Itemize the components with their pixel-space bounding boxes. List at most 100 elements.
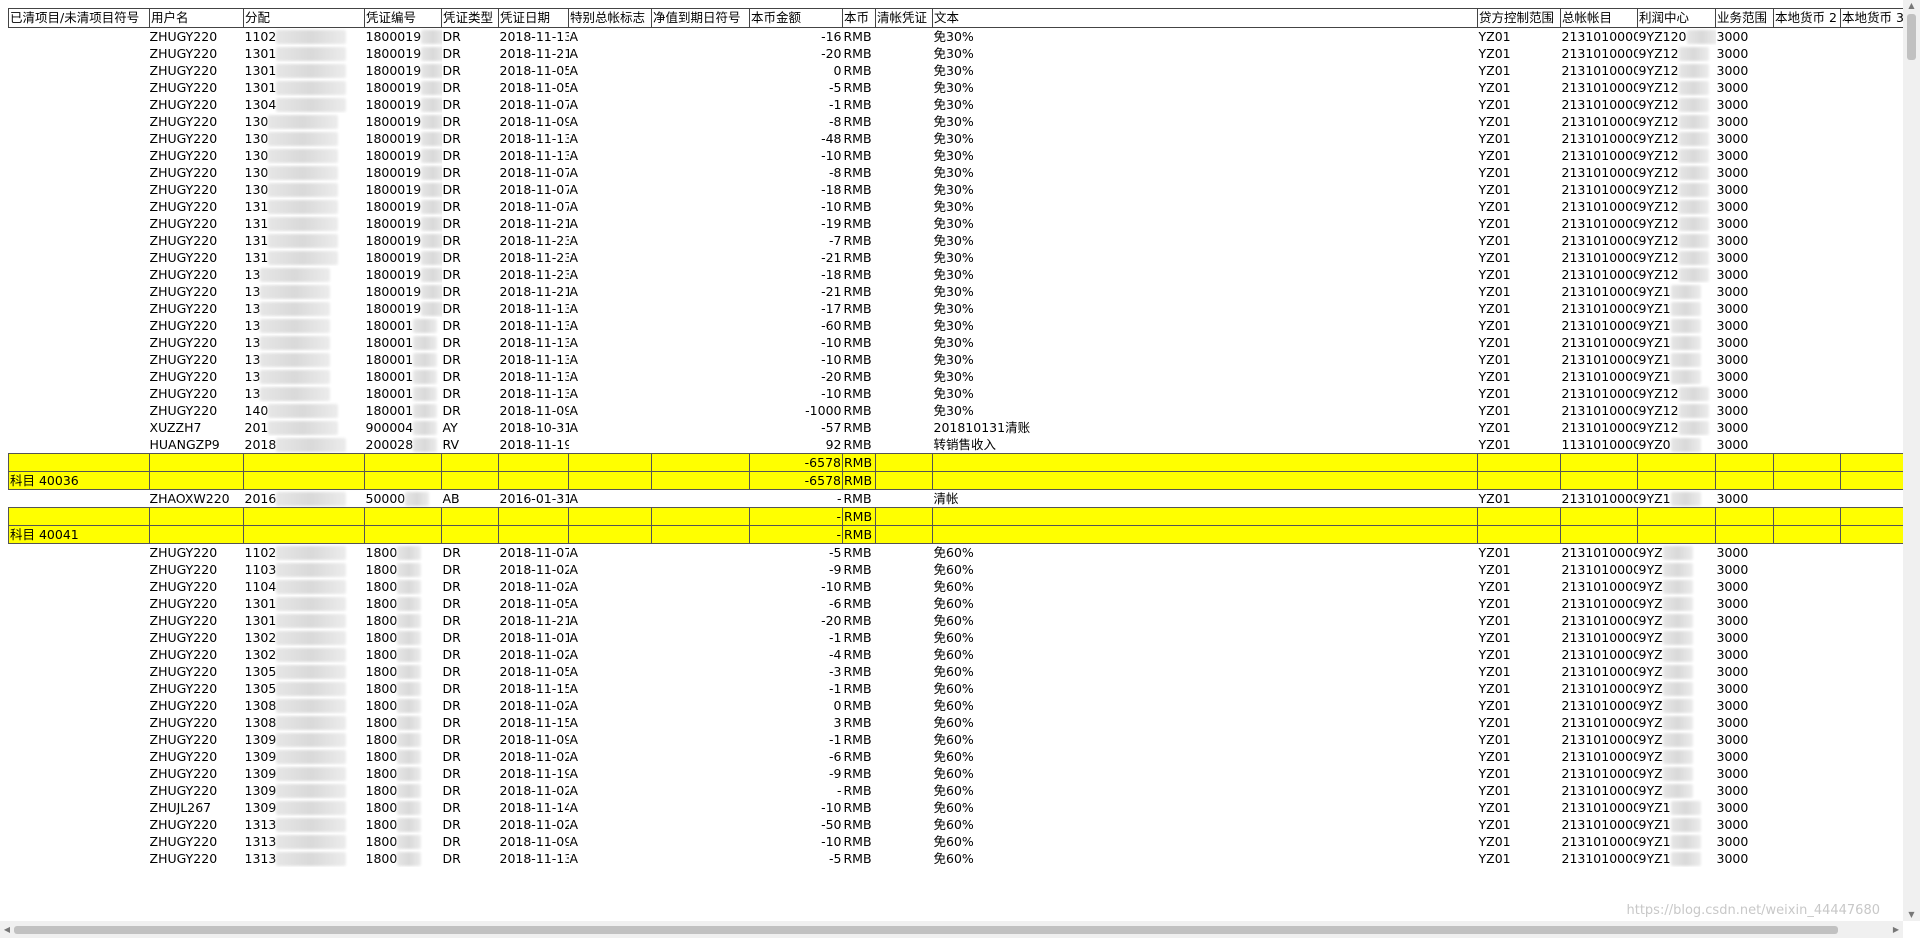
cell-text: 免30%	[933, 96, 1478, 113]
scroll-up-arrow-icon[interactable]: ▲	[1903, 0, 1920, 12]
empty-cell	[1774, 419, 1841, 436]
table-row: ZHUGY220 140 180001 DR 2018-11-09 A -1000 RMB 免3…	[9, 402, 1905, 419]
cell-doc: 1800019	[365, 283, 442, 300]
cell-cur-text: RMB	[843, 782, 872, 798]
cell-pc: 9YZ12	[1638, 419, 1716, 436]
cell-cca: YZ01	[1478, 249, 1561, 266]
cell-date: 2016-01-31	[499, 490, 569, 508]
column-header[interactable]: 本币	[842, 8, 876, 28]
horizontal-scroll-thumb[interactable]	[14, 926, 1838, 934]
redaction-blur	[421, 166, 442, 180]
column-header[interactable]: 利润中心	[1637, 8, 1716, 28]
cell-doc: 1800019	[365, 96, 442, 113]
column-header[interactable]: 已清项目/未清项目符号	[8, 8, 150, 28]
cell-user: ZHUGY220	[150, 198, 244, 215]
empty-cell	[652, 181, 750, 198]
cell-sym-text: A	[569, 130, 579, 146]
cell-ba: 3000	[1716, 731, 1774, 748]
empty-cell	[652, 351, 750, 368]
column-header[interactable]: 清帐凭证	[875, 8, 933, 28]
cell-user-text: ZHUGY220	[149, 334, 218, 350]
cell-dtype-text: DR	[442, 561, 461, 577]
column-header[interactable]: 本币金额	[749, 8, 843, 28]
vertical-scrollbar[interactable]: ▲ ▼	[1903, 0, 1920, 921]
cell-cca: YZ01	[1478, 147, 1561, 164]
column-header[interactable]: 凭证类型	[441, 8, 499, 28]
cell-doc: 200028	[365, 436, 442, 454]
column-header[interactable]: 净值到期日符号	[651, 8, 750, 28]
empty-cell	[1774, 595, 1841, 612]
cell-date: 2018-11-01	[499, 629, 569, 646]
empty-cell	[1774, 561, 1841, 578]
column-header[interactable]: 文本	[932, 8, 1478, 28]
cell-dtype-text: DR	[442, 385, 461, 401]
empty-cell	[1841, 731, 1905, 748]
cell-gl-text: 2131010000	[1561, 578, 1638, 594]
vertical-scroll-thumb[interactable]	[1907, 14, 1916, 60]
scroll-left-arrow-icon[interactable]: ◀	[0, 921, 14, 938]
cell-cur: RMB	[843, 249, 876, 266]
cell-dtype: DR	[442, 164, 499, 181]
redaction-blur	[421, 268, 442, 282]
cell-text: 免30%	[933, 232, 1478, 249]
column-header[interactable]: 凭证编号	[364, 8, 442, 28]
cell-pc: 9YZ1	[1638, 816, 1716, 833]
horizontal-scrollbar[interactable]: ◀ ▶	[0, 921, 1903, 938]
table-row: ZHUGY220 130 1800019 DR 2018-11-09 A -8 RMB 免30%…	[9, 113, 1905, 130]
empty-cell	[1841, 79, 1905, 96]
cell-doc-text: 1800019	[365, 96, 422, 112]
cell-sym	[569, 436, 652, 454]
cell-pc-text: 9YZ	[1638, 748, 1663, 764]
cell-dtype-text: DR	[442, 816, 461, 832]
cell-doc: 1800019	[365, 215, 442, 232]
redaction-blur	[397, 835, 422, 849]
cell-ba-text: 3000	[1716, 147, 1749, 163]
cell-assign-text: 1304	[244, 96, 277, 112]
empty-cell	[652, 283, 750, 300]
column-header[interactable]: 用户名	[149, 8, 244, 28]
cell-user: ZHAOXW220	[150, 490, 244, 508]
cell-sym: A	[569, 96, 652, 113]
cell-gl-text: 2131010000	[1561, 198, 1638, 214]
empty-cell	[652, 113, 750, 130]
cell-text: 免30%	[933, 28, 1478, 46]
cell-user: ZHUGY220	[150, 765, 244, 782]
column-header[interactable]: 特别总帐标志	[568, 8, 652, 28]
cell-cca: YZ01	[1478, 96, 1561, 113]
cell-assign: 13	[244, 385, 365, 402]
cell-doc-text: 1800	[365, 714, 398, 730]
cell-assign-text: 1313	[244, 833, 277, 849]
column-header[interactable]: 总帐帐目	[1560, 8, 1638, 28]
scroll-right-arrow-icon[interactable]: ▶	[1889, 921, 1903, 938]
empty-cell	[876, 578, 933, 595]
cell-amt: -17	[750, 300, 843, 317]
cell-amt-text: -10	[821, 147, 842, 163]
column-header[interactable]: 业务范围	[1715, 8, 1774, 28]
cell-sym-text: A	[569, 646, 579, 662]
empty-cell	[1841, 232, 1905, 249]
cell-text-text: 免30%	[933, 96, 974, 112]
redaction-blur	[413, 353, 438, 367]
cell-gl-text: 2131010000	[1561, 317, 1638, 333]
cell-date-text: 2018-11-13	[499, 147, 569, 163]
empty-cell	[1841, 147, 1905, 164]
cell-text: 免30%	[933, 62, 1478, 79]
cell-cur: RMB	[843, 663, 876, 680]
scroll-down-arrow-icon[interactable]: ▼	[1903, 909, 1920, 921]
cell-date: 2018-11-23	[499, 249, 569, 266]
cell-assign-text: 13	[244, 283, 261, 299]
cell-amt: 0	[750, 697, 843, 714]
cell-ba-text: 3000	[1716, 748, 1749, 764]
cell-pc-text: 9YZ1	[1638, 833, 1671, 849]
column-header[interactable]: 凭证日期	[498, 8, 569, 28]
column-header[interactable]: 本地货币 3	[1840, 8, 1904, 28]
cell-date-text: 2018-11-02	[499, 578, 569, 594]
cell-user-text: ZHUGY220	[149, 612, 218, 628]
redaction-blur	[1678, 64, 1709, 78]
column-header[interactable]: 分配	[243, 8, 365, 28]
empty-cell	[652, 663, 750, 680]
empty-cell	[9, 748, 150, 765]
column-header[interactable]: 贷方控制范围	[1477, 8, 1561, 28]
column-header[interactable]: 本地货币 2	[1773, 8, 1841, 28]
subtotal-amount: -	[749, 507, 843, 526]
